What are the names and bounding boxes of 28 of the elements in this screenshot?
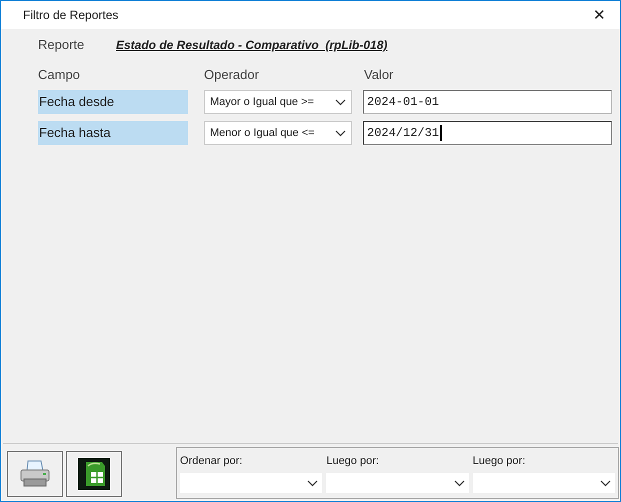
column-header: Valor <box>364 66 394 84</box>
sort-dropdown[interactable] <box>180 473 322 493</box>
operator-dropdown[interactable]: Mayor o Igual que >= <box>204 90 352 114</box>
value-input[interactable]: 2024/12/31 <box>363 121 612 145</box>
report-label: Reporte <box>38 36 86 54</box>
column-header: Campo <box>38 66 81 84</box>
column-header: Operador <box>204 66 260 84</box>
chevron-down-icon <box>335 98 346 106</box>
value-input[interactable]: 2024-01-01 <box>363 90 612 114</box>
spreadsheet-button[interactable] <box>66 451 122 497</box>
sort-label: Luego por: <box>326 455 380 468</box>
chevron-down-icon <box>454 480 465 486</box>
operator-dropdown[interactable]: Menor o Igual que <= <box>204 121 352 145</box>
sort-dropdown[interactable] <box>472 473 615 493</box>
chevron-down-icon <box>335 130 346 136</box>
printer-icon <box>19 459 51 489</box>
print-button[interactable] <box>7 451 63 497</box>
chevron-down-icon <box>600 480 611 486</box>
sort-label: Ordenar por: <box>180 455 244 468</box>
field-label: Fecha hasta <box>38 121 188 145</box>
sort-dropdown[interactable] <box>326 473 469 493</box>
close-button[interactable]: ✕ <box>589 8 610 22</box>
report-name: Estado de Resultado - Comparativo (rpLib-018) <box>116 37 388 54</box>
chevron-down-icon <box>307 480 318 486</box>
field-label: Fecha desde <box>38 90 188 114</box>
spreadsheet-icon <box>78 458 110 490</box>
window-title: Filtro de Reportes <box>23 7 118 24</box>
sort-label: Luego por: <box>472 455 526 468</box>
